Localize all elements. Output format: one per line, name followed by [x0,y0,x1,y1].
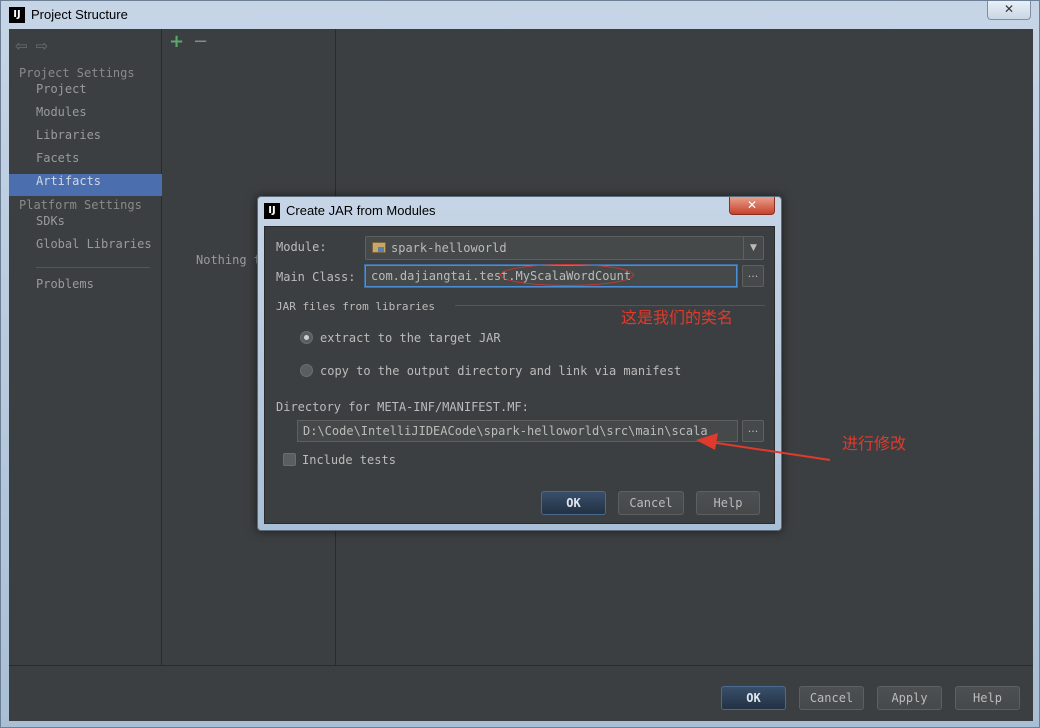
module-folder-icon [372,242,386,253]
sidebar-item-sdks[interactable]: SDKs [9,214,162,236]
annotation-modify: 进行修改 [842,434,907,453]
ok-button[interactable]: OK [721,686,786,710]
create-jar-dialog: IJ Create JAR from Modules ✕ Module: spa… [257,196,782,531]
include-tests-label[interactable]: Include tests [302,453,396,467]
empty-list-text: Nothing t [196,253,262,267]
intellij-dialog-icon: IJ [264,203,280,219]
apply-button[interactable]: Apply [877,686,942,710]
chevron-down-icon[interactable]: ▼ [743,237,763,259]
sidebar-item-global-libraries[interactable]: Global Libraries [9,237,162,259]
sidebar-item-problems[interactable]: Problems [9,277,162,299]
remove-artifact-icon[interactable]: − [193,31,208,52]
dialog-ok-button[interactable]: OK [541,491,606,515]
settings-sidebar: ⇦ ⇨ Project Settings Project Modules Libr… [9,29,162,665]
class-name-highlight-ellipse [500,264,634,286]
manifest-dir-input[interactable]: D:\Code\IntelliJIDEACode\spark-helloworl… [297,420,738,442]
sidebar-item-modules[interactable]: Modules [9,105,162,127]
back-arrow-icon[interactable]: ⇦ [15,37,28,55]
window-title: Project Structure [31,7,128,22]
sidebar-item-project[interactable]: Project [9,82,162,104]
sidebar-item-artifacts[interactable]: Artifacts [9,174,162,196]
module-label: Module: [276,240,327,254]
jar-files-group-label: JAR files from libraries [276,300,435,313]
forward-arrow-icon[interactable]: ⇨ [36,37,49,55]
radio-copy-label[interactable]: copy to the output directory and link vi… [320,364,681,378]
help-button[interactable]: Help [955,686,1020,710]
dialog-help-button[interactable]: Help [696,491,760,515]
project-settings-heading: Project Settings [19,66,135,80]
include-tests-checkbox[interactable] [283,453,296,466]
module-combo-value: spark-helloworld [391,241,507,255]
manifest-dir-label: Directory for META-INF/MANIFEST.MF: [276,400,529,414]
annotation-arrow-icon [696,433,831,461]
sidebar-item-facets[interactable]: Facets [9,151,162,173]
nav-arrows: ⇦ ⇨ [15,37,56,55]
main-class-label: Main Class: [276,270,356,284]
window-close-button[interactable]: ✕ [987,1,1031,20]
annotation-class-name: 这是我们的类名 [621,308,734,327]
dialog-cancel-button[interactable]: Cancel [618,491,684,515]
cancel-button[interactable]: Cancel [799,686,864,710]
radio-copy[interactable] [300,364,313,377]
dialog-close-button[interactable]: ✕ [729,197,775,215]
main-class-browse-button[interactable]: ... [742,265,764,287]
dialog-title: Create JAR from Modules [286,203,436,218]
intellij-app-icon: IJ [9,7,25,23]
radio-extract[interactable] [300,331,313,344]
sidebar-item-libraries[interactable]: Libraries [9,128,162,150]
window-button-bar: OK Cancel Apply Help [9,665,1033,721]
sidebar-divider [36,267,150,268]
window-titlebar: IJ Project Structure ✕ [1,1,1039,29]
add-artifact-icon[interactable]: + [169,31,184,52]
radio-extract-label[interactable]: extract to the target JAR [320,331,501,345]
module-combo[interactable]: spark-helloworld ▼ [365,236,764,260]
platform-settings-heading: Platform Settings [19,198,142,212]
